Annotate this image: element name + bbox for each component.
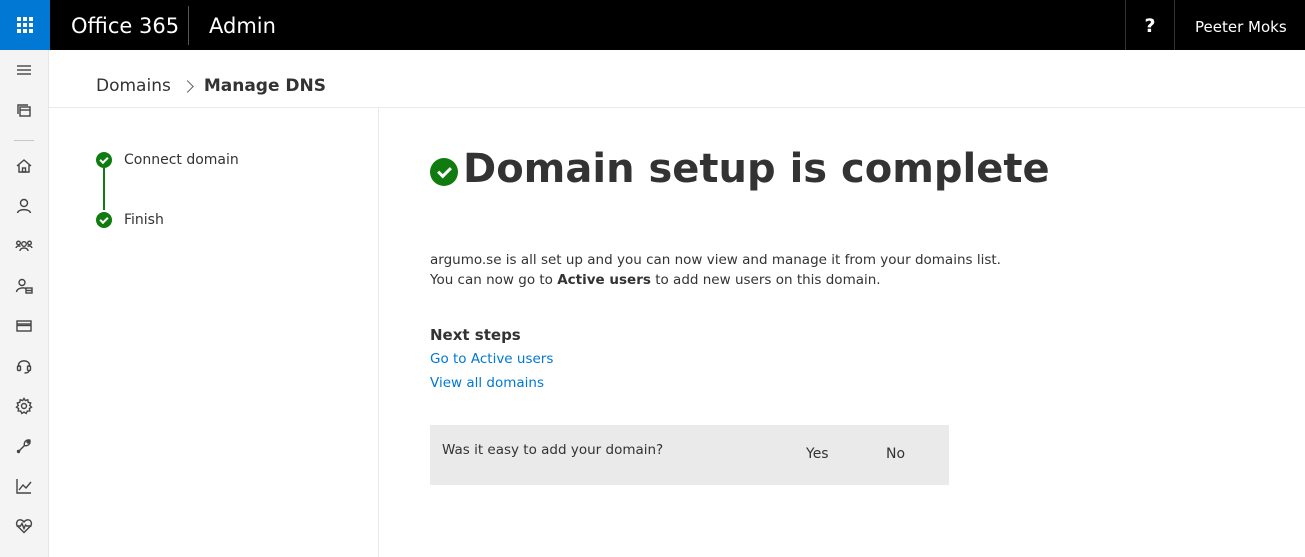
health-icon[interactable] <box>12 514 36 538</box>
header-divider <box>49 107 1305 108</box>
resources-icon[interactable] <box>12 274 36 298</box>
home-icon[interactable] <box>12 154 36 178</box>
left-nav <box>0 50 49 557</box>
steps-panel-divider <box>378 108 379 557</box>
user-account-button[interactable]: Peeter Moks <box>1195 0 1287 50</box>
success-check-icon <box>430 158 458 186</box>
view-all-domains-link[interactable]: View all domains <box>430 375 544 391</box>
feedback-question: Was it easy to add your domain? <box>442 442 664 458</box>
breadcrumb-current: Manage DNS <box>203 76 326 96</box>
active-users-emphasis: Active users <box>557 272 651 288</box>
step-complete-check-icon <box>96 212 112 228</box>
setup-wrench-icon[interactable] <box>12 434 36 458</box>
reports-icon[interactable] <box>12 474 36 498</box>
top-bar: Office 365 Admin ? Peeter Moks <box>0 0 1305 50</box>
settings-icon[interactable] <box>12 394 36 418</box>
chevron-right-icon <box>180 79 194 93</box>
description-text: to add new users on this domain. <box>650 272 881 288</box>
title-separator <box>188 6 189 45</box>
description-line-2: You can now go to Active users to add ne… <box>430 270 1001 290</box>
breadcrumb-domains-link[interactable]: Domains <box>96 76 171 96</box>
feedback-panel: Was it easy to add your domain? Yes No <box>430 425 949 485</box>
feedback-yes-button[interactable]: Yes <box>806 446 829 462</box>
setup-description: argumo.se is all set up and you can now … <box>430 250 1001 290</box>
step-connector-line <box>103 168 105 210</box>
next-steps-heading: Next steps <box>430 326 521 344</box>
go-to-active-users-link[interactable]: Go to Active users <box>430 351 553 367</box>
waffle-icon <box>17 17 33 33</box>
step-finish: Finish <box>124 212 164 228</box>
billing-icon[interactable] <box>12 314 36 338</box>
support-icon[interactable] <box>12 354 36 378</box>
step-connect-domain: Connect domain <box>124 152 239 168</box>
app-launcher-button[interactable] <box>0 0 50 50</box>
dashboard-icon[interactable] <box>12 98 36 122</box>
app-section-title[interactable]: Admin <box>209 0 276 50</box>
breadcrumb: Domains Manage DNS <box>96 74 326 98</box>
app-title[interactable]: Office 365 <box>71 0 179 50</box>
page-title: Domain setup is complete <box>463 146 1050 192</box>
groups-icon[interactable] <box>12 234 36 258</box>
help-button[interactable]: ? <box>1125 0 1175 50</box>
description-line-1: argumo.se is all set up and you can now … <box>430 252 1001 268</box>
user-icon[interactable] <box>12 194 36 218</box>
nav-divider <box>14 140 34 141</box>
menu-icon[interactable] <box>12 58 36 82</box>
description-text: You can now go to <box>430 272 558 288</box>
feedback-no-button[interactable]: No <box>886 446 905 462</box>
step-complete-check-icon <box>96 152 112 168</box>
